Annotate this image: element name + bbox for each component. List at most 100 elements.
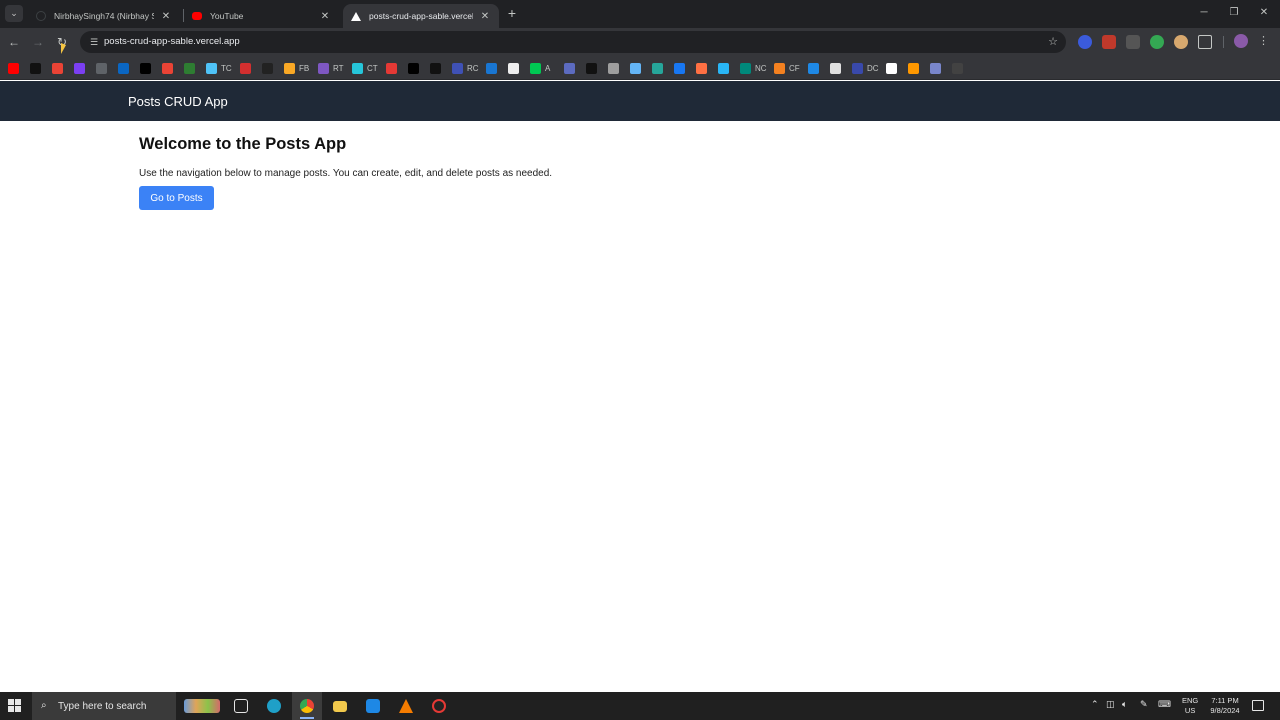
- tab-youtube[interactable]: YouTube ✕: [184, 4, 339, 28]
- tab-github[interactable]: NirbhaySingh74 (Nirbhay Singh) ✕: [28, 4, 180, 28]
- bookmark-item[interactable]: [184, 61, 199, 75]
- close-icon[interactable]: ✕: [479, 11, 491, 22]
- close-icon[interactable]: ✕: [319, 11, 331, 22]
- notification-icon[interactable]: [1252, 700, 1264, 711]
- bookmark-item[interactable]: [140, 61, 155, 75]
- back-button[interactable]: ←: [6, 34, 22, 50]
- bookmark-item[interactable]: [508, 61, 523, 75]
- bookmark-favicon-icon: [386, 62, 397, 74]
- bookmark-item[interactable]: [486, 61, 501, 75]
- bookmark-item[interactable]: [74, 61, 89, 75]
- network-icon[interactable]: ◫: [1106, 699, 1115, 710]
- bookmark-favicon-icon: [774, 62, 785, 74]
- extension-icon[interactable]: [1174, 35, 1188, 49]
- bookmark-item[interactable]: A: [530, 61, 550, 75]
- bookmark-item[interactable]: [52, 61, 67, 75]
- bookmark-star-icon[interactable]: ☆: [1048, 35, 1058, 48]
- browser-toolbar: ← → ↻ ☰ posts-crud-app-sable.vercel.app …: [0, 28, 1280, 56]
- site-info-icon[interactable]: ☰: [88, 36, 100, 48]
- bookmark-favicon-icon: [564, 62, 575, 74]
- bookmark-favicon-icon: [8, 62, 19, 74]
- bookmark-item[interactable]: [652, 61, 667, 75]
- bookmark-item[interactable]: [608, 61, 623, 75]
- window-close-button[interactable]: ✕: [1249, 4, 1279, 22]
- bookmark-item[interactable]: [30, 61, 45, 75]
- bookmark-favicon-icon: [30, 62, 41, 74]
- bookmark-item[interactable]: DC: [852, 61, 879, 75]
- bookmark-item[interactable]: [386, 61, 401, 75]
- vlc-icon[interactable]: [391, 692, 421, 720]
- bookmark-favicon-icon: [696, 62, 707, 74]
- bookmark-item[interactable]: [908, 61, 923, 75]
- extension-icon[interactable]: [1102, 35, 1116, 49]
- bookmark-item[interactable]: CF: [774, 61, 800, 75]
- bookmark-favicon-icon: [408, 62, 419, 74]
- volume-icon[interactable]: 🔈︎: [1122, 699, 1127, 710]
- bookmark-item[interactable]: [886, 61, 901, 75]
- bookmark-favicon-icon: [52, 62, 63, 74]
- bookmark-item[interactable]: [830, 61, 845, 75]
- new-tab-button[interactable]: +: [505, 5, 519, 21]
- forward-button[interactable]: →: [30, 34, 46, 50]
- bookmark-item[interactable]: TC: [206, 61, 232, 75]
- bookmark-item[interactable]: [930, 61, 945, 75]
- bookmark-item[interactable]: [240, 61, 255, 75]
- bookmark-item[interactable]: [118, 61, 133, 75]
- chevron-up-icon[interactable]: ⌃: [1091, 699, 1099, 710]
- bookmark-item[interactable]: [718, 61, 733, 75]
- github-icon: [36, 11, 46, 21]
- taskbar-clock[interactable]: 7:11 PM 9/8/2024: [1207, 696, 1243, 716]
- bookmark-favicon-icon: [930, 62, 941, 74]
- bookmark-favicon-icon: [530, 62, 541, 74]
- bookmark-item[interactable]: [630, 61, 645, 75]
- bookmark-item[interactable]: FB: [284, 61, 309, 75]
- menu-icon[interactable]: ⋮: [1258, 34, 1269, 47]
- minimize-button[interactable]: ─: [1189, 4, 1219, 22]
- bookmark-item[interactable]: [8, 61, 23, 75]
- close-icon[interactable]: ✕: [160, 11, 172, 22]
- chrome-icon[interactable]: [292, 692, 322, 720]
- file-explorer-icon[interactable]: [325, 692, 355, 720]
- bookmark-item[interactable]: [262, 61, 277, 75]
- bookmark-item[interactable]: [674, 61, 689, 75]
- bookmark-item[interactable]: RC: [452, 61, 479, 75]
- bookmark-favicon-icon: [206, 62, 217, 74]
- taskbar-search-input[interactable]: ⌕ Type here to search: [32, 692, 176, 720]
- bookmark-item[interactable]: NC: [740, 61, 767, 75]
- edge-icon[interactable]: [259, 692, 289, 720]
- keyboard-icon[interactable]: ⌨: [1158, 699, 1171, 710]
- tab-posts-app[interactable]: posts-crud-app-sable.vercel.app ✕: [343, 4, 499, 28]
- puzzle-icon[interactable]: [1198, 35, 1212, 49]
- bookmark-item[interactable]: RT: [318, 61, 344, 75]
- avatar[interactable]: [1234, 34, 1248, 48]
- bookmark-item[interactable]: [808, 61, 823, 75]
- bookmark-item[interactable]: [408, 61, 423, 75]
- bookmark-item[interactable]: [952, 61, 967, 75]
- bookmark-favicon-icon: [830, 62, 841, 74]
- extension-icon[interactable]: [1150, 35, 1164, 49]
- go-to-posts-button[interactable]: Go to Posts: [139, 186, 214, 210]
- app-brand[interactable]: Posts CRUD App: [128, 94, 228, 109]
- news-widget[interactable]: [180, 692, 224, 720]
- bookmark-item[interactable]: [96, 61, 111, 75]
- vscode-icon[interactable]: [358, 692, 388, 720]
- tab-search-button[interactable]: ⌄: [5, 5, 23, 22]
- task-view-icon[interactable]: [226, 692, 256, 720]
- bookmark-item[interactable]: [696, 61, 711, 75]
- pen-icon[interactable]: ✎: [1140, 699, 1148, 710]
- windows-start-icon[interactable]: [8, 699, 22, 713]
- restore-button[interactable]: ❐: [1219, 4, 1249, 22]
- app-navbar: Posts CRUD App: [0, 81, 1280, 121]
- language-indicator[interactable]: ENG US: [1182, 696, 1198, 716]
- bookmark-item[interactable]: [430, 61, 445, 75]
- screen-recorder-icon[interactable]: [424, 692, 454, 720]
- main-content: Welcome to the Posts App Use the navigat…: [139, 133, 552, 210]
- bookmark-item[interactable]: CT: [352, 61, 378, 75]
- bookmark-favicon-icon: [718, 62, 729, 74]
- bookmark-item[interactable]: [586, 61, 601, 75]
- bookmark-item[interactable]: [162, 61, 177, 75]
- address-bar[interactable]: ☰ posts-crud-app-sable.vercel.app ☆: [80, 31, 1066, 53]
- bookmark-item[interactable]: [564, 61, 579, 75]
- color-picker-icon[interactable]: [1126, 35, 1140, 49]
- react-devtools-icon[interactable]: [1078, 35, 1092, 49]
